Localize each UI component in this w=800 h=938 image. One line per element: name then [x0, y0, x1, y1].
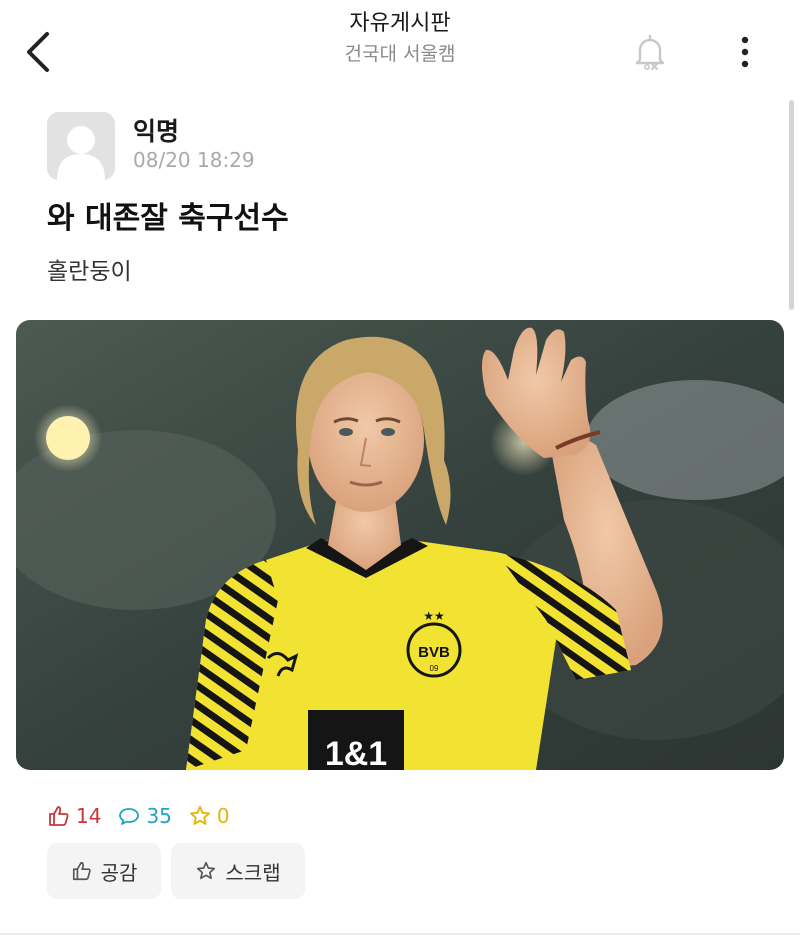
- comment-count-value: 35: [146, 804, 172, 828]
- like-count-value: 14: [76, 804, 102, 828]
- star-icon: [197, 861, 216, 880]
- anonymous-user-icon: [47, 112, 115, 180]
- post-title: 와 대존잘 축구선수: [47, 201, 289, 236]
- app-header: 자유게시판 건국대 서울캠: [0, 0, 800, 92]
- back-button[interactable]: [18, 30, 58, 74]
- like-button[interactable]: 공감: [47, 843, 161, 899]
- scrollbar[interactable]: [789, 100, 794, 310]
- like-count: 14: [47, 804, 101, 828]
- board-title: 자유게시판: [349, 11, 451, 36]
- school-name: 건국대 서울캠: [344, 43, 456, 65]
- avatar: [47, 112, 115, 180]
- thumbs-up-icon: [72, 861, 91, 881]
- vertical-dots-icon: [741, 36, 749, 68]
- thumbs-up-icon: [49, 806, 69, 826]
- football-player-photo: BVB 09 ★★ 1&1: [16, 320, 784, 770]
- scrap-count-value: 0: [216, 804, 230, 828]
- divider: [0, 933, 800, 935]
- more-options-button[interactable]: [728, 30, 762, 74]
- post-timestamp: 08/20 18:29: [133, 148, 255, 172]
- header-titles: 자유게시판 건국대 서울캠: [200, 8, 600, 68]
- bell-off-icon: [635, 34, 665, 70]
- svg-text:★★: ★★: [423, 609, 445, 623]
- club-badge-text: BVB: [418, 644, 450, 661]
- scrap-count: 0: [188, 804, 230, 828]
- star-icon: [190, 806, 210, 825]
- jersey-sponsor-text: 1&1: [325, 735, 387, 770]
- notification-off-button[interactable]: [628, 30, 672, 74]
- post-stats: 14 35 0: [47, 804, 230, 828]
- post-image[interactable]: BVB 09 ★★ 1&1: [16, 320, 784, 770]
- scrap-button-label: 스크랩: [225, 860, 281, 885]
- chevron-left-icon: [27, 32, 49, 72]
- club-badge-year: 09: [430, 664, 439, 673]
- post-body: 홀란둥이: [47, 259, 132, 285]
- comment-count: 35: [117, 804, 172, 828]
- scrap-button[interactable]: 스크랩: [171, 843, 305, 899]
- author-name: 익명: [133, 117, 180, 146]
- comment-bubble-icon: [119, 808, 140, 825]
- like-button-label: 공감: [100, 860, 138, 885]
